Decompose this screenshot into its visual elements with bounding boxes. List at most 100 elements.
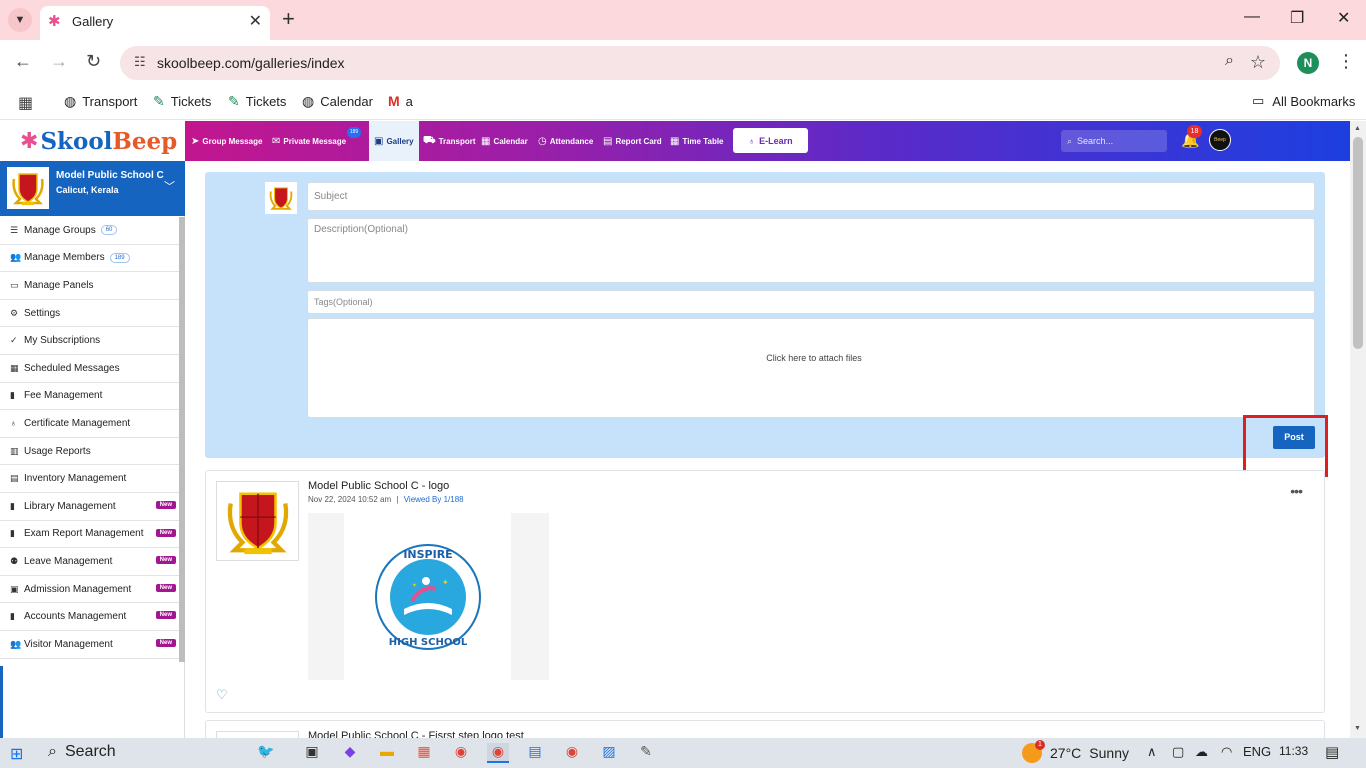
globe-icon: ◍ [302, 93, 315, 109]
copilot-icon[interactable]: ◆ [339, 743, 361, 763]
sidebar-menu: ☰ Manage Groups 60 👥 Manage Members 189 … [0, 217, 180, 659]
elearn-button[interactable]: ♁ E-Learn [733, 128, 808, 153]
site-settings-icon[interactable]: ☷ [134, 54, 146, 70]
back-icon[interactable]: ← [14, 51, 32, 72]
close-tab-icon[interactable]: ✕ [249, 11, 262, 31]
sidebar-item-manage-groups[interactable]: ☰ Manage Groups 60 [0, 217, 180, 245]
sidebar-item-inventory-management[interactable]: ▤ Inventory Management [0, 465, 180, 493]
sidebar-item-scheduled-messages[interactable]: ▦ Scheduled Messages [0, 355, 180, 383]
new-tab-icon[interactable]: + [282, 6, 295, 32]
viewed-by-link[interactable]: Viewed By 1/188 [404, 495, 464, 504]
bookmark-transport[interactable]: ◍ Transport [64, 93, 137, 110]
nav-gallery[interactable]: ▣ Gallery [369, 121, 419, 161]
sidebar-item-certificate-management[interactable]: ♁ Certificate Management [0, 410, 180, 438]
meet-icon[interactable]: ▢ [1172, 744, 1184, 760]
restore-icon[interactable]: ❐ [1290, 8, 1304, 28]
apps-grid-icon[interactable]: ▦ [18, 93, 33, 113]
nav-group-message[interactable]: ➤ Group Message [191, 121, 262, 161]
attach-files-dropzone[interactable]: Click here to attach files [307, 318, 1315, 418]
wifi-icon[interactable]: ◠ [1221, 744, 1232, 760]
sidebar-item-usage-reports[interactable]: ▥ Usage Reports [0, 438, 180, 466]
nav-report-card[interactable]: ▤ Report Card [603, 121, 662, 161]
post-title[interactable]: Model Public School C - Fisrst step logo… [308, 730, 524, 738]
window-close-icon[interactable]: ✕ [1337, 8, 1350, 28]
taskbar-clock[interactable]: 11:33 [1279, 744, 1308, 758]
scroll-up-icon[interactable]: ▲ [1354, 125, 1361, 132]
sidebar-item-fee-management[interactable]: ▮ Fee Management [0, 383, 180, 411]
language-indicator[interactable]: ENG [1243, 744, 1271, 759]
scroll-down-icon[interactable]: ▼ [1354, 725, 1361, 732]
sidebar-item-accounts-management[interactable]: ▮ Accounts Management New [0, 603, 180, 631]
zoom-icon[interactable]: ⌕ [1225, 52, 1234, 70]
sidebar-item-admission-management[interactable]: ▣ Admission Management New [0, 576, 180, 604]
browser-tab-gallery[interactable]: ✱ Gallery ✕ [40, 6, 270, 40]
bookmark-tickets-2[interactable]: ✎ Tickets [228, 93, 286, 110]
browser-toolbar: ← → ↻ ☷ skoolbeep.com/galleries/index ⌕ … [0, 40, 1366, 86]
notifications-icon[interactable]: ▤ [1325, 743, 1339, 761]
reload-icon[interactable]: ↻ [86, 51, 101, 72]
task-view-icon[interactable]: ▣ [301, 743, 323, 763]
nav-calendar[interactable]: ▦ Calendar [481, 121, 528, 161]
skoolbeep-logo[interactable]: ✱ SkoolBeep [0, 121, 185, 161]
description-textarea[interactable]: Description(Optional) [307, 218, 1315, 283]
sidebar-item-manage-members[interactable]: 👥 Manage Members 189 [0, 245, 180, 273]
browser-menu-icon[interactable]: ⋮ [1337, 51, 1355, 72]
scrollbar-thumb[interactable] [1353, 137, 1363, 349]
post-composer: Subject Description(Optional) Tags(Optio… [205, 172, 1325, 458]
heart-icon[interactable]: ♡ [216, 687, 228, 703]
svg-text:✦: ✦ [412, 582, 417, 589]
page-scrollbar[interactable]: ▲ ▼ [1350, 121, 1366, 738]
chevron-down-icon[interactable]: ﹀ [164, 178, 175, 194]
chrome-active-icon[interactable]: ◉ [487, 743, 509, 763]
address-bar[interactable]: ☷ skoolbeep.com/galleries/index ⌕ ☆ [120, 46, 1280, 80]
paint-icon[interactable]: ✎ [635, 743, 657, 763]
taskbar-search[interactable]: ⌕ Search [48, 743, 116, 761]
post-image[interactable]: ✦ ✦ INSPIRE HIGH SCHOOL [308, 513, 549, 680]
private-message-badge: 189 [347, 127, 361, 138]
minimize-icon[interactable]: — [1244, 8, 1260, 26]
profile-avatar[interactable]: N [1297, 52, 1319, 74]
school-switcher[interactable]: Model Public School C Calicut, Kerala ﹀ [0, 161, 185, 216]
windows-start-icon[interactable]: ⊞ [10, 744, 23, 764]
weather-widget[interactable]: 1 27°C Sunny [1022, 740, 1129, 763]
weather-temp: 27°C [1050, 745, 1082, 761]
bookmark-star-icon[interactable]: ☆ [1250, 52, 1266, 73]
search-icon: ⌕ [1067, 135, 1073, 146]
monitor-icon: ▭ [10, 279, 19, 290]
chrome-icon[interactable]: ◉ [450, 743, 472, 763]
subject-input[interactable]: Subject [307, 182, 1315, 211]
chrome-profile-icon[interactable]: ◉ [561, 743, 583, 763]
all-bookmarks[interactable]: ▭ All Bookmarks [1252, 93, 1355, 109]
sidebar-item-manage-panels[interactable]: ▭ Manage Panels [0, 272, 180, 300]
address-url: skoolbeep.com/galleries/index [157, 55, 345, 71]
sidebar-item-my-subscriptions[interactable]: ✓ My Subscriptions [0, 327, 180, 355]
tags-input[interactable]: Tags(Optional) [307, 290, 1315, 314]
sidebar-item-leave-management[interactable]: ⚉ Leave Management New [0, 548, 180, 576]
store-icon[interactable]: ▦ [413, 743, 435, 763]
user-avatar[interactable]: Beep [1209, 129, 1231, 151]
forward-icon[interactable]: → [50, 51, 68, 72]
file-explorer-icon[interactable]: ▬ [376, 743, 398, 763]
chevron-up-icon[interactable]: ∧ [1147, 744, 1157, 760]
nav-attendance[interactable]: ◷ Attendance [538, 121, 593, 161]
meta-separator: | [396, 495, 399, 504]
sidebar-item-settings[interactable]: ⚙ Settings [0, 300, 180, 328]
widgets-icon[interactable]: 🐦 [240, 743, 292, 763]
cloud-icon[interactable]: ☁ [1195, 744, 1208, 760]
sidebar-item-library-management[interactable]: ▮ Library Management New [0, 493, 180, 521]
photos-icon[interactable]: ▨ [598, 743, 620, 763]
tab-search-button[interactable]: ▼ [8, 8, 32, 32]
nav-private-message[interactable]: ✉ Private Message [272, 121, 346, 161]
bookmark-tickets-1[interactable]: ✎ Tickets [153, 93, 211, 110]
post-title[interactable]: Model Public School C - logo [308, 480, 449, 492]
nav-time-table[interactable]: ▦ Time Table [670, 121, 724, 161]
bookmark-calendar[interactable]: ◍ Calendar [302, 93, 373, 110]
more-options-icon[interactable]: ••• [1290, 483, 1303, 499]
check-icon: ✓ [10, 335, 18, 346]
sidebar-item-exam-report-management[interactable]: ▮ Exam Report Management New [0, 521, 180, 549]
nav-transport[interactable]: ⛟ Transport [423, 121, 476, 161]
sidebar-item-visitor-management[interactable]: 👥 Visitor Management New [0, 631, 180, 659]
notepad-icon[interactable]: ▤ [524, 743, 546, 763]
nav-search-input[interactable]: ⌕ Search... [1061, 130, 1167, 152]
bookmark-gmail[interactable]: Ma [388, 93, 413, 109]
